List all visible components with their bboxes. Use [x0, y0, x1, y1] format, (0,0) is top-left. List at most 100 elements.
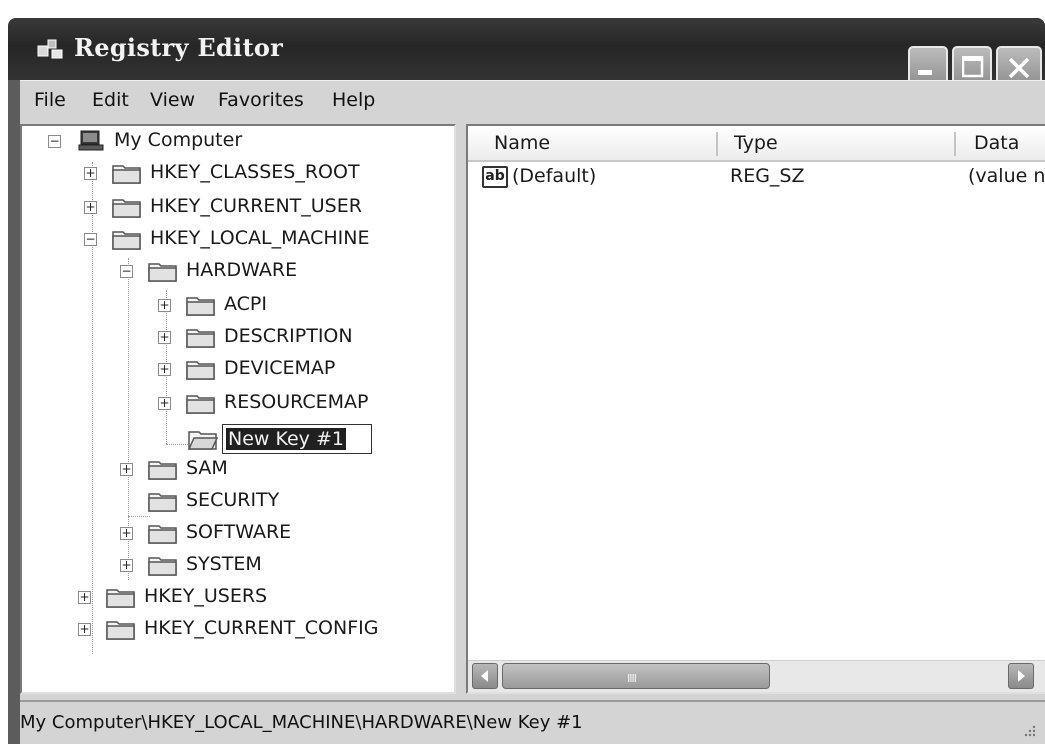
expand-toggle[interactable]: + [120, 527, 133, 540]
folder-icon [186, 297, 215, 316]
expand-toggle[interactable]: + [78, 623, 91, 636]
menu-view[interactable]: View [150, 89, 195, 111]
registry-editor-icon [37, 39, 63, 59]
status-bar: My Computer\HKEY_LOCAL_MACHINE\HARDWARE\… [20, 700, 1045, 744]
column-name-header[interactable]: Name [494, 132, 550, 154]
expand-toggle[interactable]: + [120, 559, 133, 572]
tree-label: HKEY_CLASSES_ROOT [150, 161, 360, 183]
tree-item-resourcemap[interactable]: + RESOURCEMAP [22, 388, 402, 418]
value-data: (value n [968, 165, 1045, 187]
arrow-right-icon [1018, 670, 1025, 682]
folder-icon [112, 199, 141, 218]
value-name: (Default) [512, 165, 597, 187]
tree-item-sam[interactable]: + SAM [22, 454, 322, 484]
tree-item-security[interactable]: SECURITY [22, 486, 322, 516]
expand-toggle[interactable]: + [84, 167, 97, 180]
value-type: REG_SZ [730, 165, 805, 187]
value-row-default[interactable]: ab (Default) REG_SZ (value n [468, 162, 1045, 192]
tree-label: My Computer [114, 129, 243, 151]
menu-bar: File Edit View Favorites Help [20, 80, 1045, 120]
rename-key-text: New Key #1 [226, 428, 346, 450]
tree-item-hkey-users[interactable]: + HKEY_USERS [22, 582, 352, 612]
menu-favorites[interactable]: Favorites [218, 89, 304, 111]
scroll-thumb[interactable]: IIII [502, 663, 770, 689]
client-area: − My Computer + HKEY_CLASSES_ROOT + HKEY… [20, 120, 1045, 700]
tree-item-system[interactable]: + SYSTEM [22, 550, 322, 580]
menu-help[interactable]: Help [332, 89, 375, 111]
folder-icon [106, 621, 135, 640]
tree-item-hkey-classes-root[interactable]: + HKEY_CLASSES_ROOT [22, 158, 382, 188]
title-bar[interactable]: Registry Editor [8, 18, 1045, 88]
expand-toggle[interactable]: + [84, 201, 97, 214]
pane-splitter[interactable] [456, 124, 466, 694]
folder-icon [148, 461, 177, 480]
window-title: Registry Editor [74, 33, 284, 62]
tree-label: HKEY_USERS [144, 585, 268, 607]
tree-item-description[interactable]: + DESCRIPTION [22, 322, 402, 352]
string-value-icon: ab [482, 166, 508, 188]
folder-icon [186, 361, 215, 380]
grip-icon: IIII [627, 672, 637, 685]
tree-item-hardware[interactable]: − HARDWARE [22, 256, 322, 286]
expand-toggle[interactable]: + [120, 463, 133, 476]
column-divider[interactable] [716, 132, 718, 156]
tree-label: SAM [186, 457, 228, 479]
maximize-icon [962, 56, 984, 78]
rename-key-input[interactable]: New Key #1 [222, 424, 372, 454]
expand-toggle[interactable]: + [158, 397, 171, 410]
expand-toggle[interactable]: + [158, 331, 171, 344]
folder-icon [186, 395, 215, 414]
close-icon [1008, 57, 1030, 79]
tree-label: HKEY_CURRENT_CONFIG [144, 617, 379, 639]
tree-item-acpi[interactable]: + ACPI [22, 290, 322, 320]
registry-editor-window: Registry Editor File Edit View Favorites… [8, 18, 1045, 744]
values-list-pane[interactable]: Name Type Data ab (Default) REG_SZ (valu… [466, 124, 1045, 694]
column-header: Name Type Data [468, 126, 1045, 162]
expand-toggle[interactable]: + [78, 591, 91, 604]
scroll-right-button[interactable] [1008, 663, 1034, 689]
tree-label: SYSTEM [186, 553, 262, 575]
tree-label: SECURITY [186, 489, 280, 511]
menu-edit[interactable]: Edit [92, 89, 129, 111]
column-type-header[interactable]: Type [734, 132, 778, 154]
minimize-icon [918, 70, 932, 75]
open-folder-icon [188, 431, 218, 450]
tree-item-hkey-current-config[interactable]: + HKEY_CURRENT_CONFIG [22, 614, 422, 644]
tree-item-new-key[interactable]: New Key #1 [22, 424, 402, 454]
tree-label: HARDWARE [186, 259, 298, 281]
tree-label: ACPI [224, 293, 267, 315]
folder-icon [148, 493, 177, 512]
tree-item-hkey-current-user[interactable]: + HKEY_CURRENT_USER [22, 192, 382, 222]
key-tree-pane[interactable]: − My Computer + HKEY_CLASSES_ROOT + HKEY… [20, 124, 456, 694]
column-divider[interactable] [954, 132, 956, 156]
tree-label: HKEY_CURRENT_USER [150, 195, 362, 217]
expand-toggle[interactable]: + [158, 363, 171, 376]
status-path: My Computer\HKEY_LOCAL_MACHINE\HARDWARE\… [20, 712, 583, 733]
folder-icon [106, 589, 135, 608]
horizontal-scrollbar[interactable]: IIII [468, 660, 1045, 692]
folder-icon [186, 329, 215, 348]
tree-item-my-computer[interactable]: − My Computer [22, 126, 322, 156]
tree-label: SOFTWARE [186, 521, 292, 543]
column-data-header[interactable]: Data [974, 132, 1019, 154]
folder-icon [148, 557, 177, 576]
tree-label: RESOURCEMAP [224, 391, 369, 413]
tree-label: DESCRIPTION [224, 325, 353, 347]
collapse-toggle[interactable]: − [84, 233, 97, 246]
tree-item-devicemap[interactable]: + DEVICEMAP [22, 354, 382, 384]
folder-icon [112, 165, 141, 184]
tree-label: DEVICEMAP [224, 357, 336, 379]
scroll-left-button[interactable] [472, 663, 498, 689]
collapse-toggle[interactable]: − [48, 135, 61, 148]
collapse-toggle[interactable]: − [120, 265, 133, 278]
computer-icon [78, 130, 104, 151]
folder-icon [148, 263, 177, 282]
tree-item-software[interactable]: + SOFTWARE [22, 518, 322, 548]
tree-label: HKEY_LOCAL_MACHINE [150, 227, 370, 249]
tree-item-hkey-local-machine[interactable]: − HKEY_LOCAL_MACHINE [22, 224, 392, 254]
arrow-left-icon [481, 670, 488, 682]
expand-toggle[interactable]: + [158, 299, 171, 312]
folder-icon [112, 231, 141, 250]
resize-grip-icon[interactable] [1021, 722, 1037, 738]
menu-file[interactable]: File [34, 89, 66, 111]
